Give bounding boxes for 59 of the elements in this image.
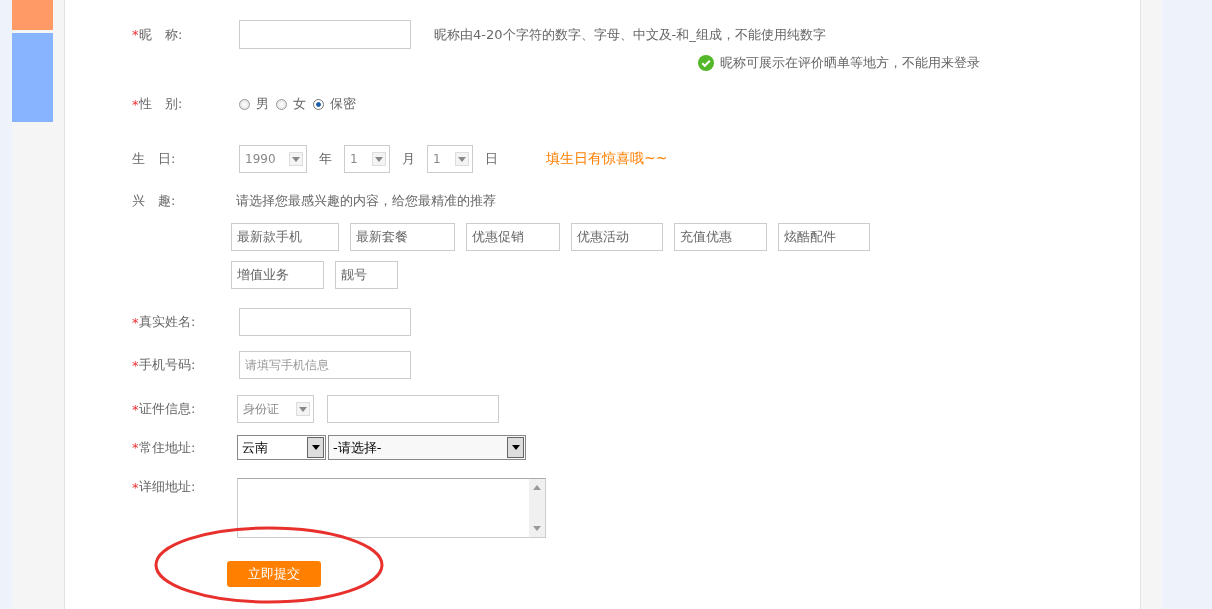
field-label: 兴 趣: (132, 192, 176, 210)
field-label: 真实姓名: (139, 313, 196, 331)
check-icon (698, 55, 714, 71)
interest-tag[interactable]: 最新套餐 (350, 223, 455, 251)
province-select[interactable]: 云南 (237, 435, 326, 460)
nickname-note: 昵称可展示在评价晒单等地方，不能用来登录 (720, 54, 980, 72)
interest-tag[interactable]: 增值业务 (231, 261, 324, 289)
date-select[interactable]: 1 (427, 145, 473, 173)
name-input[interactable] (239, 308, 411, 336)
field-label: 证件信息: (139, 400, 196, 418)
caret-icon (375, 156, 383, 162)
date-select[interactable]: 1 (344, 145, 390, 173)
interest-tag[interactable]: 炫酷配件 (778, 223, 870, 251)
date-unit: 日 (485, 150, 498, 168)
interest-tag[interactable]: 最新款手机 (231, 223, 339, 251)
caret-icon (511, 445, 520, 450)
required-asterisk: * (132, 97, 139, 111)
required-asterisk: * (132, 480, 139, 494)
date-unit: 月 (402, 150, 415, 168)
field-label: 手机号码: (139, 356, 196, 374)
radio-label: 保密 (330, 95, 356, 113)
nickname-input[interactable] (239, 20, 411, 49)
id-type-select[interactable]: 身份证 (237, 395, 314, 423)
required-asterisk: * (132, 315, 139, 329)
field-label: 常住地址: (139, 438, 196, 457)
date-select[interactable]: 1990 (239, 145, 307, 173)
scroll-down-icon (533, 526, 541, 531)
field-label: 详细地址: (139, 478, 196, 496)
date-unit: 年 (319, 150, 332, 168)
radio-button[interactable] (313, 98, 324, 110)
field-label: 生 日: (132, 150, 176, 168)
scroll-up-icon (533, 485, 541, 490)
required-asterisk: * (132, 402, 139, 416)
caret-icon (311, 445, 320, 450)
radio-label: 男 (256, 95, 269, 113)
required-asterisk: * (132, 441, 139, 454)
required-asterisk: * (132, 358, 139, 372)
sidebar-tile[interactable] (12, 0, 53, 30)
interest-tag[interactable]: 优惠促销 (466, 223, 560, 251)
caret-icon (299, 406, 307, 412)
interest-tag[interactable]: 充值优惠 (674, 223, 767, 251)
radio-button[interactable] (239, 98, 250, 110)
field-label: 昵 称: (139, 25, 183, 44)
radio-button[interactable] (276, 98, 287, 110)
interest-tag[interactable]: 靓号 (335, 261, 398, 289)
phone-input[interactable]: 请填写手机信息 (239, 351, 411, 379)
sidebar-tile[interactable] (12, 33, 53, 122)
field-label: 性 别: (139, 95, 183, 113)
radio-label: 女 (293, 95, 306, 113)
interest-tag[interactable]: 优惠活动 (571, 223, 663, 251)
required-asterisk: * (132, 28, 139, 41)
city-select[interactable]: -请选择- (328, 435, 526, 460)
address-textarea[interactable] (237, 478, 546, 538)
id-number-input[interactable] (327, 395, 499, 423)
nickname-hint: 昵称由4-20个字符的数字、字母、中文及-和_组成，不能使用纯数字 (434, 25, 826, 44)
interest-prompt: 请选择您最感兴趣的内容，给您最精准的推荐 (236, 192, 496, 210)
caret-icon (292, 156, 300, 162)
caret-icon (458, 156, 466, 162)
birthday-promo: 填生日有惊喜哦~~ (546, 150, 668, 168)
